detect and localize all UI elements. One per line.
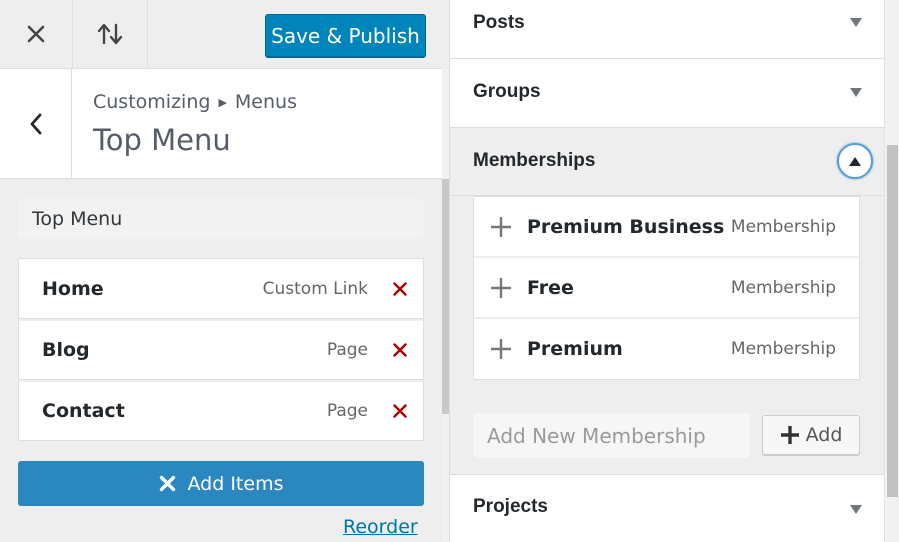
section-title: Projects bbox=[473, 496, 548, 517]
customizer-sidebar: Save & Publish Customizing ▶ Menus Top Men… bbox=[0, 0, 450, 542]
collapse-toggle-button[interactable] bbox=[837, 143, 873, 179]
membership-name: Free bbox=[527, 276, 574, 299]
reorder-toggle-button[interactable] bbox=[73, 0, 148, 68]
back-button[interactable] bbox=[0, 69, 72, 179]
add-items-label: Add Items bbox=[187, 472, 284, 495]
close-icon bbox=[393, 343, 407, 357]
memberships-content: Premium Business Membership Free Members… bbox=[450, 196, 884, 474]
section-groups[interactable]: Groups bbox=[450, 59, 884, 128]
menu-item-title: Blog bbox=[42, 339, 90, 361]
close-icon bbox=[393, 404, 407, 418]
remove-item-button[interactable] bbox=[393, 404, 407, 418]
remove-item-button[interactable] bbox=[393, 281, 407, 296]
membership-kind: Membership bbox=[730, 277, 836, 298]
triangle-down-icon bbox=[850, 18, 862, 27]
plus-icon bbox=[489, 337, 513, 361]
page-title: Top Menu bbox=[93, 123, 231, 157]
menu-items-list: Home Custom Link Blog Page Contact Page bbox=[18, 258, 424, 441]
membership-name: Premium bbox=[527, 338, 623, 360]
add-membership-button[interactable]: Add bbox=[762, 415, 860, 455]
triangle-down-icon bbox=[850, 88, 862, 97]
list-item[interactable]: Premium Business Membership bbox=[474, 197, 859, 258]
membership-name: Premium Business bbox=[527, 215, 725, 238]
section-title: Memberships bbox=[473, 150, 596, 171]
triangle-up-icon bbox=[849, 156, 861, 166]
section-title: Groups bbox=[473, 81, 541, 102]
menu-item-type: Custom Link bbox=[262, 278, 368, 299]
menu-item-title: Contact bbox=[42, 400, 125, 422]
close-icon bbox=[159, 475, 176, 492]
close-button[interactable] bbox=[0, 0, 73, 68]
menu-item-title: Home bbox=[42, 277, 104, 300]
list-item[interactable]: Premium Membership bbox=[474, 319, 859, 379]
menu-name-input[interactable] bbox=[18, 199, 424, 239]
menu-item[interactable]: Contact Page bbox=[18, 380, 424, 441]
remove-item-button[interactable] bbox=[393, 343, 407, 357]
chevron-left-icon bbox=[30, 113, 41, 135]
sidebar-scrollbar[interactable] bbox=[442, 69, 449, 542]
save-publish-button[interactable]: Save & Publish bbox=[265, 14, 426, 57]
menu-item-type: Page bbox=[326, 401, 368, 421]
plus-icon bbox=[489, 276, 513, 300]
scrollbar-thumb[interactable] bbox=[442, 179, 449, 414]
add-items-button[interactable]: Add Items bbox=[18, 461, 424, 506]
panel-scrollbar[interactable] bbox=[884, 0, 899, 542]
breadcrumb-section: Menus bbox=[234, 91, 297, 113]
section-projects[interactable]: Projects bbox=[450, 474, 884, 542]
membership-kind: Membership bbox=[730, 216, 836, 237]
plus-icon bbox=[780, 425, 800, 445]
menu-item[interactable]: Home Custom Link bbox=[18, 258, 424, 319]
close-icon bbox=[27, 25, 45, 43]
triangle-right-icon: ▶ bbox=[218, 96, 227, 109]
reorder-link[interactable]: Reorder bbox=[343, 516, 418, 538]
triangle-down-icon bbox=[850, 505, 862, 514]
menu-item[interactable]: Blog Page bbox=[18, 319, 424, 380]
section-posts[interactable]: Posts bbox=[450, 0, 884, 59]
new-membership-input[interactable] bbox=[473, 413, 750, 458]
membership-kind: Membership bbox=[730, 339, 836, 359]
menu-item-type: Page bbox=[326, 340, 368, 360]
list-item[interactable]: Free Membership bbox=[474, 258, 859, 319]
plus-icon bbox=[489, 215, 513, 239]
breadcrumb-root: Customizing bbox=[93, 91, 211, 113]
sort-arrows-icon bbox=[97, 23, 123, 45]
section-memberships[interactable]: Memberships bbox=[450, 128, 884, 196]
customizer-toolbar: Save & Publish bbox=[0, 0, 442, 69]
available-items-panel: Posts Groups Memberships Premium Busines… bbox=[450, 0, 884, 542]
panel-header: Customizing ▶ Menus Top Menu bbox=[0, 69, 442, 179]
add-label: Add bbox=[805, 424, 843, 446]
section-title: Posts bbox=[473, 12, 525, 33]
scrollbar-thumb[interactable] bbox=[887, 145, 898, 497]
breadcrumb: Customizing ▶ Menus bbox=[93, 91, 297, 113]
close-icon bbox=[393, 281, 407, 296]
memberships-list: Premium Business Membership Free Members… bbox=[473, 196, 860, 380]
